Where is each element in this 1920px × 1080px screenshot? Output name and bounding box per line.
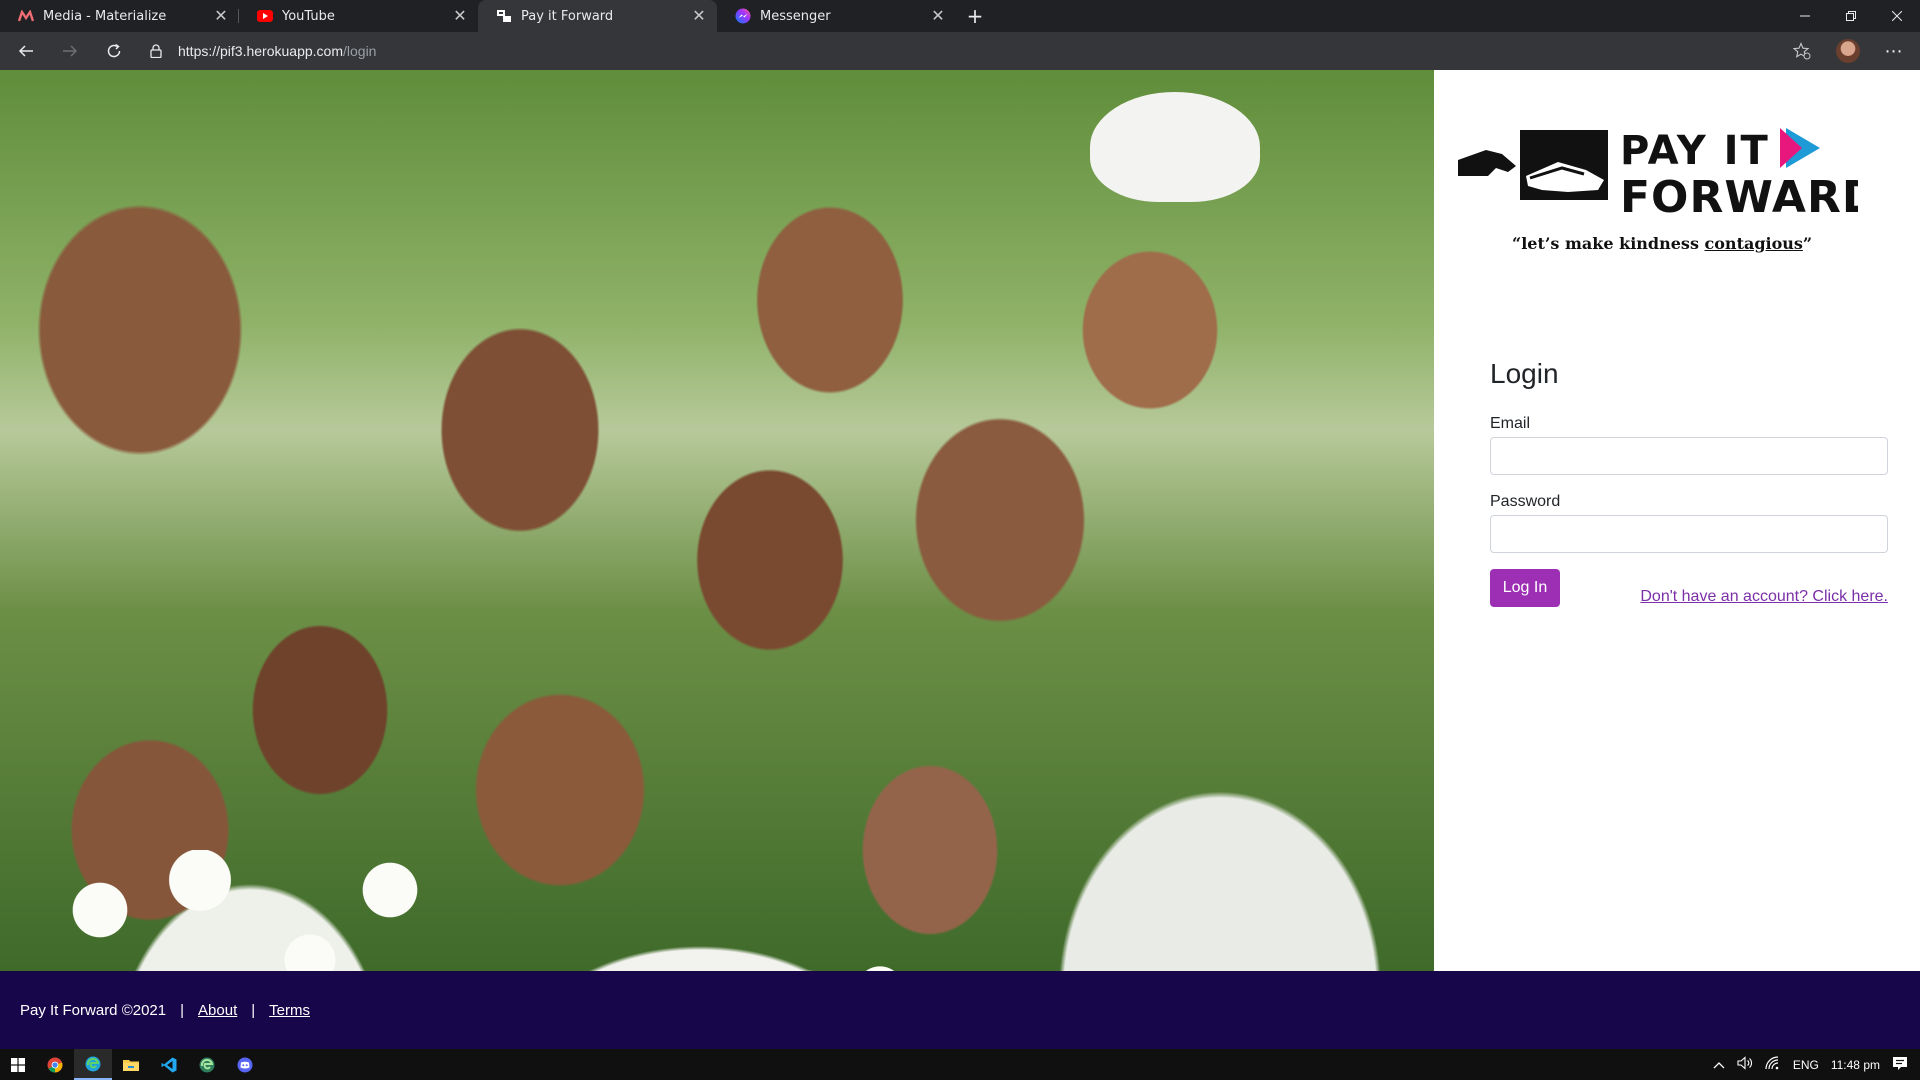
tagline-end: ” [1802, 234, 1813, 253]
tagline-emphasis: contagious [1704, 234, 1803, 253]
url-host: https://pif3.herokuapp.com [178, 43, 343, 59]
plus-icon: + [966, 4, 984, 28]
address-bar[interactable]: https://pif3.herokuapp.com/login [144, 35, 1784, 67]
tagline: “let’s make kindness contagious” [1512, 234, 1812, 253]
taskbar-discord[interactable] [226, 1049, 264, 1080]
photo-flowers [760, 960, 920, 971]
reload-button[interactable] [96, 35, 132, 67]
close-icon[interactable]: ✕ [452, 8, 468, 24]
windows-start-button[interactable] [0, 1049, 36, 1080]
restore-button[interactable] [1828, 0, 1874, 32]
forward-button[interactable] [52, 35, 88, 67]
pay-it-forward-logo: PAY IT FORWARD [1458, 120, 1878, 280]
terms-link[interactable]: Terms [269, 1002, 310, 1019]
window-controls [1782, 0, 1920, 32]
refresh-icon [107, 43, 121, 58]
footer-separator: | [251, 1001, 256, 1019]
footer-separator: | [180, 1001, 185, 1019]
system-tray: ENG 11:48 pm [1713, 1049, 1920, 1080]
tab-media-materialize[interactable]: Media - Materialize ✕ [0, 0, 239, 32]
edge-dev-icon [199, 1057, 215, 1072]
hero-photo [0, 70, 1434, 971]
taskbar-vscode[interactable] [150, 1049, 188, 1080]
password-label: Password [1490, 493, 1561, 510]
page-footer: Pay It Forward ©2021 | About | Terms [0, 971, 1920, 1049]
toolbar-right: ⋯ [1790, 32, 1906, 70]
close-icon[interactable]: ✕ [691, 8, 707, 24]
tab-youtube[interactable]: YouTube ✕ [239, 0, 478, 32]
password-field[interactable] [1490, 515, 1888, 553]
close-window-button[interactable] [1874, 0, 1920, 32]
logo-text-line2: FORWARD [1620, 172, 1858, 223]
tab-pay-it-forward[interactable]: Pay it Forward ✕ [478, 0, 717, 32]
logo-text-line1: PAY IT [1620, 128, 1770, 174]
messenger-icon [735, 8, 751, 24]
windows-taskbar: ENG 11:48 pm [0, 1049, 1920, 1080]
arrow-left-icon [18, 45, 33, 57]
clock[interactable]: 11:48 pm [1831, 1058, 1880, 1072]
signup-link[interactable]: Don't have an account? Click here. [1640, 588, 1888, 606]
volume-icon[interactable] [1737, 1056, 1753, 1073]
url-text: https://pif3.herokuapp.com/login [178, 43, 376, 59]
login-panel: PAY IT FORWARD “let’s make kindness cont… [1434, 70, 1920, 971]
taskbar-edge-dev[interactable] [188, 1049, 226, 1080]
tab-title: Pay it Forward [521, 8, 614, 24]
close-icon[interactable]: ✕ [930, 8, 946, 24]
profile-avatar[interactable] [1836, 39, 1860, 63]
chrome-icon [47, 1057, 63, 1073]
more-menu-icon[interactable]: ⋯ [1882, 39, 1906, 63]
tab-messenger[interactable]: Messenger ✕ [717, 0, 956, 32]
language-indicator[interactable]: ENG [1793, 1058, 1819, 1072]
taskbar-edge[interactable] [74, 1049, 112, 1080]
browser-toolbar: https://pif3.herokuapp.com/login ⋯ [0, 32, 1920, 70]
email-label: Email [1490, 415, 1531, 432]
taskbar-chrome[interactable] [36, 1049, 74, 1080]
arrow-right-icon [63, 45, 78, 57]
tab-title: YouTube [282, 8, 335, 24]
about-link[interactable]: About [198, 1002, 237, 1019]
lock-icon[interactable] [144, 35, 168, 67]
browser-tab-strip: Media - Materialize ✕ YouTube ✕ Pay it F… [0, 0, 1920, 32]
copyright-text: Pay It Forward ©2021 [20, 1001, 167, 1019]
new-tab-button[interactable]: + [960, 0, 990, 32]
tab-title: Media - Materialize [43, 8, 167, 24]
materialize-icon [18, 8, 34, 24]
wifi-icon[interactable] [1765, 1056, 1781, 1073]
youtube-icon [257, 8, 273, 24]
chevron-up-icon[interactable] [1713, 1058, 1725, 1072]
tab-title: Messenger [760, 8, 831, 24]
login-heading: Login [1490, 358, 1559, 389]
tagline-start: “let’s make kindness [1512, 234, 1705, 253]
favorites-star-icon[interactable] [1790, 39, 1814, 63]
log-in-button[interactable]: Log In [1490, 569, 1560, 607]
notifications-icon[interactable] [1892, 1056, 1908, 1074]
back-button[interactable] [8, 35, 44, 67]
discord-icon [237, 1057, 253, 1072]
photo-flowers [60, 850, 460, 971]
url-path: /login [343, 43, 377, 59]
minimize-button[interactable] [1782, 0, 1828, 32]
folder-icon [123, 1059, 139, 1071]
vscode-icon [161, 1057, 177, 1072]
edge-icon [85, 1056, 101, 1071]
close-icon[interactable]: ✕ [213, 8, 229, 24]
taskbar-file-explorer[interactable] [112, 1049, 150, 1080]
payitforward-icon [496, 8, 512, 24]
windows-logo-icon [11, 1057, 25, 1072]
email-field[interactable] [1490, 437, 1888, 475]
photo-cap [1090, 92, 1260, 202]
